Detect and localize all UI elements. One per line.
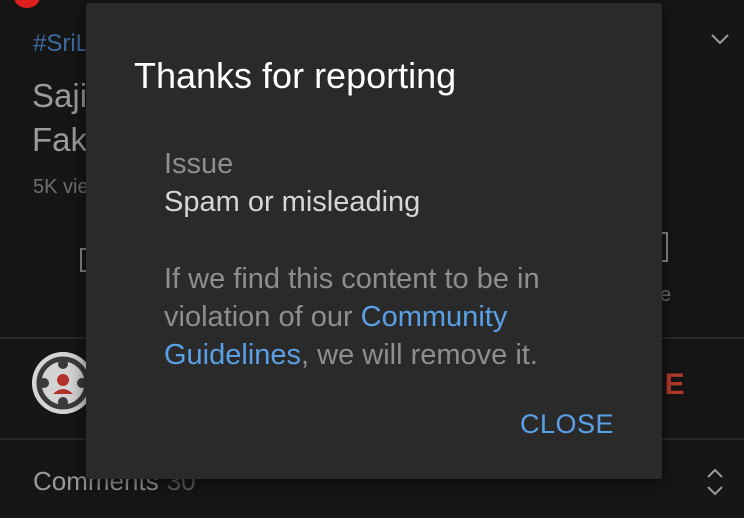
video-hashtag[interactable]: #SriL <box>33 30 89 58</box>
message-line2-text: violation of our <box>164 301 361 333</box>
video-watch-page: #SriL Sajit Fake 5K vie e RIBE Comments3… <box>0 0 744 518</box>
message-line1: If we find this content to be in <box>164 263 540 295</box>
close-button[interactable]: CLOSE <box>520 409 614 440</box>
dialog-title: Thanks for reporting <box>134 55 457 96</box>
view-count: 5K vie <box>33 176 89 198</box>
report-confirmation-dialog: Thanks for reporting Issue Spam or misle… <box>86 3 662 479</box>
issue-value: Spam or misleading <box>164 186 421 218</box>
message-line2: violation of our Community <box>164 298 634 336</box>
message-line3: Guidelines, we will remove it. <box>164 336 634 374</box>
channel-avatar[interactable] <box>32 352 94 414</box>
community-guidelines-link-part2[interactable]: Guidelines <box>164 339 301 371</box>
dialog-message: If we find this content to be in violati… <box>164 260 634 374</box>
community-guidelines-link-part1[interactable]: Community <box>361 301 508 333</box>
expand-collapse-icon[interactable] <box>704 466 726 498</box>
issue-label: Issue <box>164 148 234 180</box>
chevron-down-icon[interactable] <box>709 30 731 48</box>
message-suffix: , we will remove it. <box>301 339 538 371</box>
notification-dot <box>14 0 40 8</box>
